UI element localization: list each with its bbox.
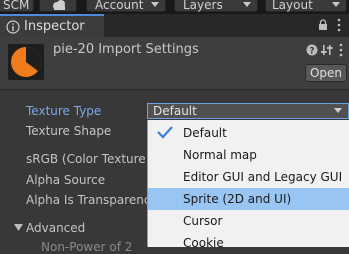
menu-item-label: Sprite (2D and UI) — [183, 192, 292, 206]
menu-item-label: Default — [183, 126, 227, 140]
menu-item-default[interactable]: Default — [148, 122, 349, 144]
alpha-transparency-label: Alpha Is Transparenc — [26, 193, 151, 207]
menu-item-sprite[interactable]: Sprite (2D and UI) — [148, 188, 349, 210]
scm-label: SCM — [3, 0, 30, 12]
texture-type-label: Texture Type — [26, 104, 102, 118]
asset-thumbnail — [8, 44, 44, 80]
main-toolbar: SCM Account Layers Layout — [0, 0, 349, 14]
inspector-header: pie-20 Import Settings ? Open — [0, 37, 349, 90]
menu-item-normal-map[interactable]: Normal map — [148, 144, 349, 166]
layout-dropdown[interactable]: Layout — [265, 0, 347, 12]
layers-dropdown[interactable]: Layers — [174, 0, 258, 12]
layout-label: Layout — [272, 0, 313, 12]
chevron-down-icon — [151, 2, 159, 7]
non-power-of-2-label: Non-Power of 2 — [41, 240, 133, 254]
layers-label: Layers — [183, 0, 223, 12]
account-dropdown[interactable]: Account — [86, 0, 166, 12]
cloud-button[interactable] — [39, 0, 77, 12]
menu-item-cookie[interactable]: Cookie — [148, 232, 349, 247]
menu-item-label: Normal map — [183, 148, 257, 162]
svg-text:?: ? — [309, 47, 314, 57]
alpha-source-label: Alpha Source — [26, 173, 106, 187]
srgb-label: sRGB (Color Texture) — [26, 152, 151, 166]
texture-shape-label: Texture Shape — [26, 124, 112, 138]
texture-type-menu: Default Normal map Editor GUI and Legacy… — [147, 120, 349, 247]
texture-type-dropdown[interactable]: Default — [147, 103, 349, 119]
menu-item-label: Cookie — [183, 236, 224, 247]
menu-item-cursor[interactable]: Cursor — [148, 210, 349, 232]
chevron-down-icon — [243, 2, 251, 7]
open-button[interactable]: Open — [305, 64, 347, 82]
kebab-menu-icon[interactable] — [336, 18, 342, 32]
account-label: Account — [95, 0, 144, 12]
page-title: pie-20 Import Settings — [53, 42, 199, 57]
menu-item-label: Editor GUI and Legacy GUI — [183, 170, 343, 184]
chevron-down-icon — [332, 2, 340, 7]
caret-down-icon — [14, 224, 23, 231]
info-icon — [6, 20, 20, 34]
tab-inspector[interactable]: Inspector — [0, 14, 104, 37]
advanced-label: Advanced — [26, 221, 86, 235]
tab-bar: Inspector — [0, 14, 349, 37]
tab-label: Inspector — [24, 19, 85, 34]
help-icon[interactable]: ? — [306, 44, 318, 56]
cloud-icon — [53, 0, 65, 10]
lock-icon[interactable] — [317, 19, 329, 31]
menu-item-editor-gui[interactable]: Editor GUI and Legacy GUI — [148, 166, 349, 188]
texture-type-value: Default — [153, 104, 197, 118]
scm-button[interactable]: SCM — [0, 0, 34, 12]
checkmark-icon — [157, 126, 173, 139]
pie-chart-icon — [11, 47, 41, 77]
menu-item-label: Cursor — [183, 214, 223, 228]
kebab-menu-icon[interactable] — [338, 43, 344, 57]
chevron-down-icon — [334, 108, 342, 113]
preset-icon[interactable] — [321, 44, 333, 56]
